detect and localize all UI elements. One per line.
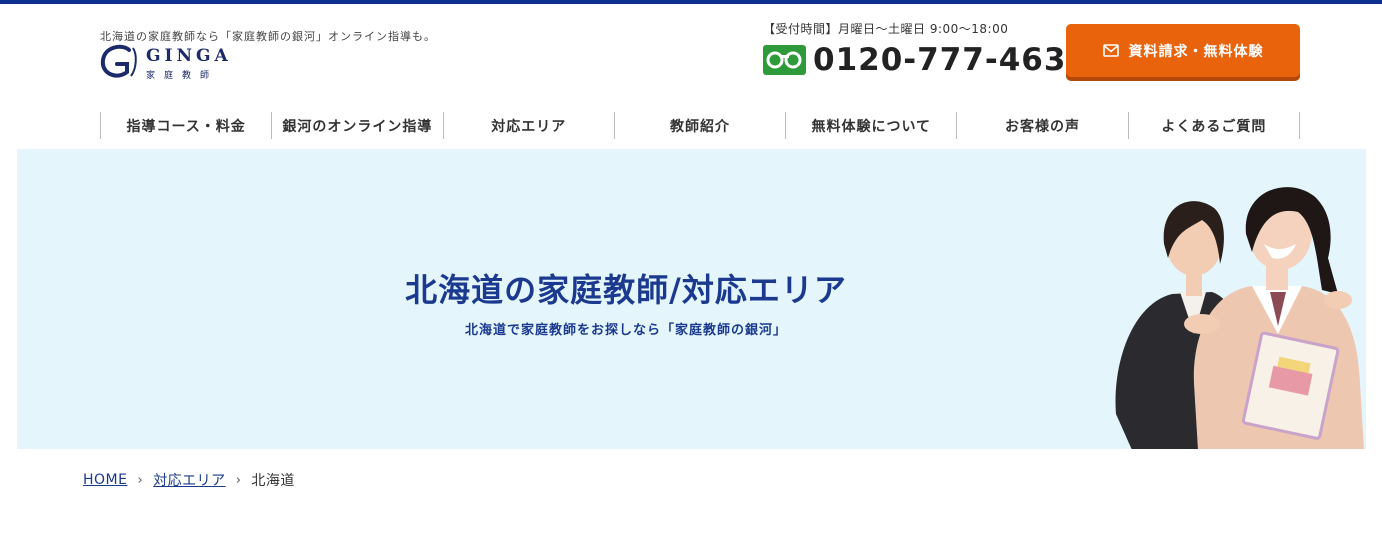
nav-item-courses[interactable]: 指導コース・料金 (101, 112, 273, 139)
teacher-and-student-photo (1115, 187, 1364, 449)
nav-item-teachers[interactable]: 教師紹介 (615, 112, 787, 139)
hero-banner: 北海道の家庭教師/対応エリア 北海道で家庭教師をお探しなら「家庭教師の銀河」 (17, 149, 1366, 449)
nav-item-online[interactable]: 銀河のオンライン指導 (272, 112, 444, 139)
breadcrumb: HOME › 対応エリア › 北海道 (83, 470, 295, 490)
request-materials-label: 資料請求・無料体験 (1128, 43, 1264, 60)
global-nav: 指導コース・料金 銀河のオンライン指導 対応エリア 教師紹介 無料体験について … (100, 112, 1300, 139)
freedial-icon (763, 45, 806, 75)
nav-item-free-trial[interactable]: 無料体験について (786, 112, 958, 139)
site-logo[interactable]: GINGA 家庭教師 (99, 44, 259, 82)
chevron-right-icon: › (235, 472, 242, 488)
logo-subtitle: 家庭教師 (146, 71, 219, 81)
breadcrumb-current: 北海道 (251, 473, 295, 489)
nav-item-area[interactable]: 対応エリア (444, 112, 615, 139)
logo-wordmark: GINGA (146, 46, 232, 66)
chevron-right-icon: › (137, 472, 144, 488)
top-accent-bar (0, 0, 1382, 4)
phone-contact[interactable]: 0120-777-463 (763, 40, 1066, 80)
phone-number[interactable]: 0120-777-463 (813, 42, 1066, 78)
logo-mark-icon (100, 44, 137, 78)
business-hours: 【受付時間】月曜日〜土曜日 9:00〜18:00 (763, 22, 1009, 36)
breadcrumb-area-link[interactable]: 対応エリア (153, 470, 226, 490)
site-tagline: 北海道の家庭教師なら「家庭教師の銀河」オンライン指導も。 (100, 30, 436, 43)
page-title: 北海道の家庭教師/対応エリア (405, 271, 847, 309)
page-subtitle: 北海道で家庭教師をお探しなら「家庭教師の銀河」 (464, 323, 787, 338)
nav-item-testimonials[interactable]: お客様の声 (957, 112, 1129, 139)
envelope-icon (1102, 44, 1119, 57)
request-materials-button[interactable]: 資料請求・無料体験 (1066, 24, 1300, 77)
breadcrumb-home-link[interactable]: HOME (83, 472, 127, 488)
nav-item-faq[interactable]: よくあるご質問 (1129, 112, 1300, 139)
